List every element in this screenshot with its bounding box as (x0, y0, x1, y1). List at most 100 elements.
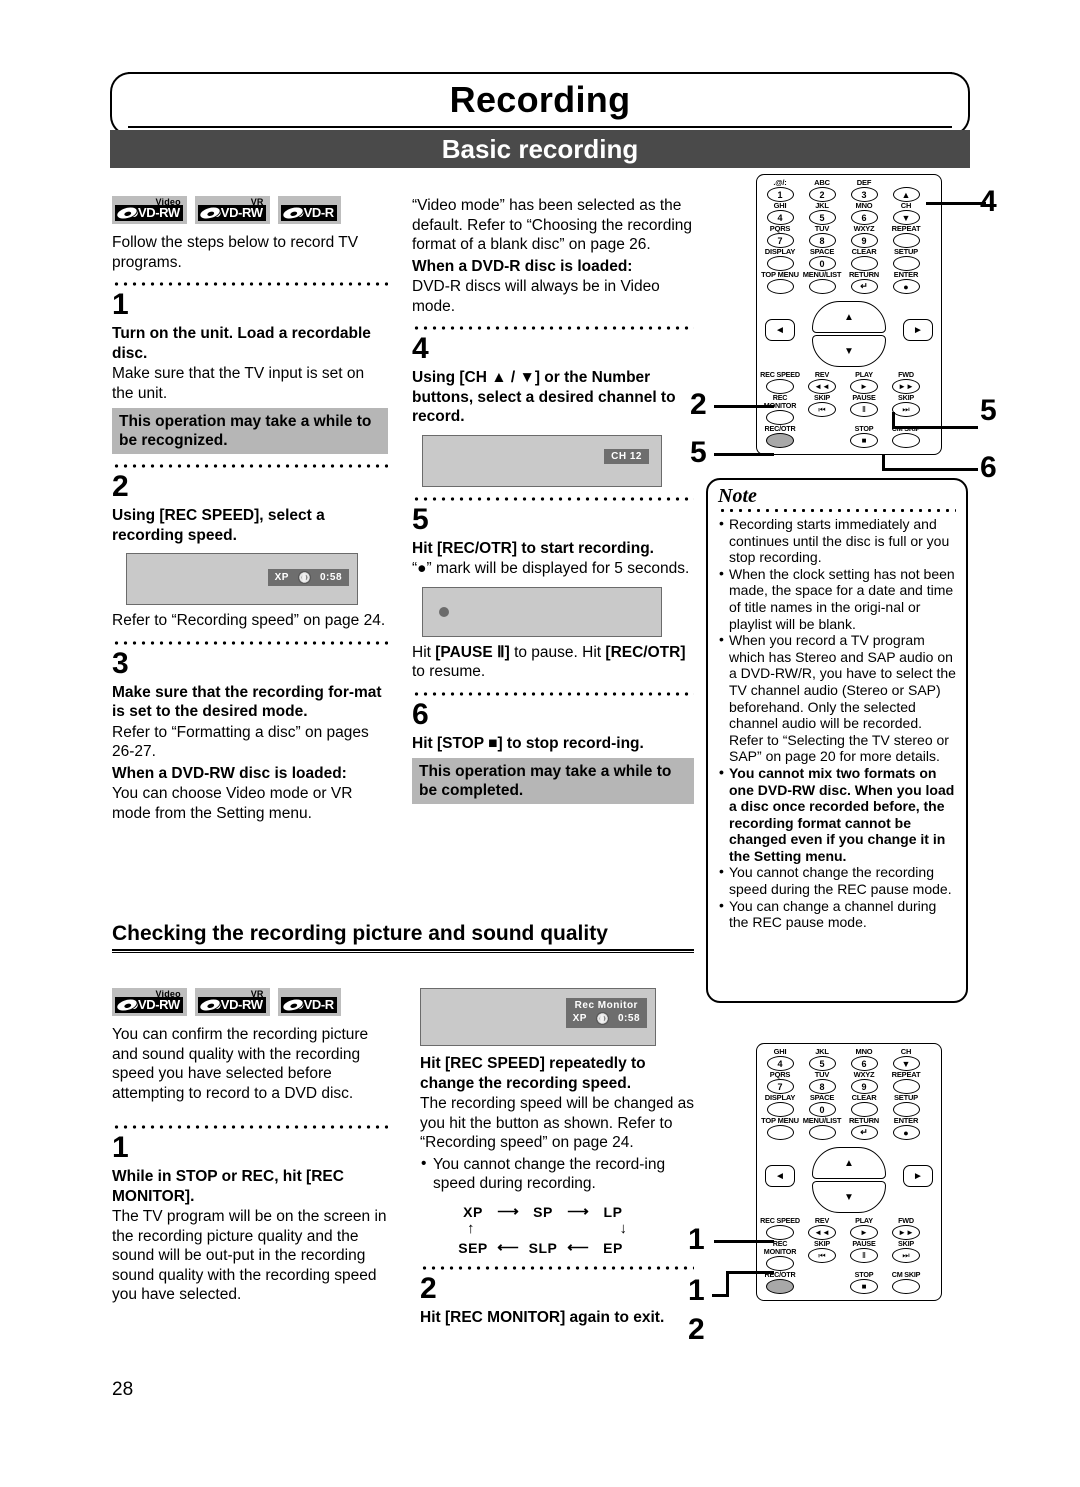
remote-button--[interactable]: 1 (766, 187, 794, 202)
remote-key-label: MENU/LIST (802, 1116, 842, 1125)
remote-key-cell: JKL 5 (801, 1048, 843, 1071)
dpad-down-button[interactable]: ▼ (812, 1181, 886, 1213)
dot-divider (112, 638, 388, 647)
remote-button-rev[interactable]: ◄◄ (808, 379, 836, 394)
remote-button-mno[interactable]: 6 (850, 210, 878, 225)
remote-button-def[interactable]: 3 (850, 187, 878, 202)
remote-key-cell: CH ▼ (885, 1048, 927, 1071)
remote-key-cell: ▲ (885, 179, 927, 202)
remote-key-label: MNO (855, 201, 873, 210)
remote-button-top-menu[interactable] (766, 279, 794, 294)
step5-body: “●” mark will be displayed for 5 seconds… (412, 560, 690, 577)
remote-button-skip[interactable]: ⏭ (892, 1248, 920, 1263)
remote-button-wxyz[interactable]: 9 (850, 233, 878, 248)
remote-button-stop[interactable]: ■ (850, 433, 878, 448)
remote-button-pqrs[interactable]: 7 (766, 233, 794, 248)
remote-transport-label: STOP (854, 424, 874, 433)
remote-button-pqrs[interactable]: 7 (766, 1079, 794, 1094)
remote-button-return[interactable]: ↵ (850, 1125, 878, 1140)
remote-button-space[interactable]: 0 (808, 256, 836, 271)
remote-transport-cell: REC MONITOR (759, 1240, 801, 1271)
osd-time-value: 0:58 (617, 1013, 640, 1024)
sub-right-bullet-item: • You cannot change the record-ing speed… (420, 1155, 694, 1194)
remote-button-rec-speed[interactable] (766, 1225, 794, 1240)
remote-key-label: GHI (773, 1047, 787, 1056)
remote-button-repeat[interactable] (892, 1079, 920, 1094)
remote-key-label: CH (900, 1047, 912, 1056)
chapter-title-box: Recording (110, 72, 970, 136)
remote-button-display[interactable] (766, 256, 794, 271)
remote-transport-cell: SKIP ⏭ (885, 1240, 927, 1271)
remote-transport-label: PAUSE (852, 393, 876, 402)
dpad-left-button[interactable]: ◄ (765, 319, 795, 341)
dpad-down-button[interactable]: ▼ (812, 335, 886, 367)
remote-button-setup[interactable] (892, 1102, 920, 1117)
dpad-right-button[interactable]: ► (903, 1165, 933, 1187)
remote-button-play[interactable]: ► (850, 1225, 878, 1240)
remote-transport-label: PLAY (855, 370, 873, 379)
remote-button-pause[interactable]: Ⅱ (850, 1248, 878, 1263)
remote-transport-cell: STOP ■ (843, 425, 885, 448)
remote-button-rev[interactable]: ◄◄ (808, 1225, 836, 1240)
remote-button-skip[interactable]: ⏮ (808, 1248, 836, 1263)
remote-button-clear[interactable] (850, 1102, 878, 1117)
remote-button-stop[interactable]: ■ (850, 1279, 878, 1294)
remote-button-tuv[interactable]: 8 (808, 1079, 836, 1094)
remote-button-rec-monitor[interactable] (766, 1256, 794, 1271)
remote-button-rec-speed[interactable] (766, 379, 794, 394)
remote-button-fwd[interactable]: ►► (892, 379, 920, 394)
dpad-right-button[interactable]: ► (903, 319, 933, 341)
remote-transport-row: REC SPEED REV ◄◄ PLAY ► FWD ►► (759, 1217, 939, 1240)
remote-button-ghi[interactable]: 4 (766, 210, 794, 225)
remote-button-clear[interactable] (850, 256, 878, 271)
remote-key-label: JKL (815, 1047, 829, 1056)
remote-button-rec-monitor[interactable] (766, 410, 794, 425)
remote-button-cm-skip[interactable] (892, 1279, 920, 1294)
remote-button-menu-list[interactable] (808, 1125, 836, 1140)
remote-key-cell: CLEAR (843, 248, 885, 271)
remote-button-cm-skip[interactable] (892, 433, 920, 448)
remote-button-ghi[interactable]: 4 (766, 1056, 794, 1071)
remote-button-enter[interactable]: ● (892, 1125, 920, 1140)
remote-button-wxyz[interactable]: 9 (850, 1079, 878, 1094)
dpad-up-button[interactable]: ▲ (812, 1147, 886, 1179)
remote-button-display[interactable] (766, 1102, 794, 1117)
step3-subtitle: When a DVD-RW disc is loaded: (112, 764, 347, 782)
remote-button-mno[interactable]: 6 (850, 1056, 878, 1071)
remote-button-play[interactable]: ► (850, 379, 878, 394)
remote-button-pause[interactable]: Ⅱ (850, 402, 878, 417)
callout-leader-1b-foot (712, 1294, 728, 1297)
remote-key-cell: GHI 4 (759, 1048, 801, 1071)
remote-button-top-menu[interactable] (766, 1125, 794, 1140)
remote-button-space[interactable]: 0 (808, 1102, 836, 1117)
mid-intro-text: “Video mode” has been selected as the de… (412, 197, 693, 253)
remote-button-tuv[interactable]: 8 (808, 233, 836, 248)
remote-key-label: RETURN (848, 1116, 880, 1125)
remote-button--[interactable]: ▲ (892, 187, 920, 202)
remote-button-menu-list[interactable] (808, 279, 836, 294)
remote-button-abc[interactable]: 2 (808, 187, 836, 202)
remote-button-jkl[interactable]: 5 (808, 1056, 836, 1071)
remote-key-cell: GHI 4 (759, 202, 801, 225)
note-item: When you record a TV program which has S… (718, 631, 956, 765)
remote-button-fwd[interactable]: ►► (892, 1225, 920, 1240)
remote-button-enter[interactable]: ● (892, 279, 920, 294)
remote-button-setup[interactable] (892, 256, 920, 271)
remote-button-rec-otr[interactable] (766, 433, 794, 448)
remote-button-repeat[interactable] (892, 233, 920, 248)
dpad-left-button[interactable]: ◄ (765, 1165, 795, 1187)
disc-logo-row-bottom: Video DVD-RW VR DVD-RW DVD-R (112, 988, 388, 1016)
remote-transport-cell: CM SKIP (885, 1271, 927, 1294)
remote-button-skip[interactable]: ⏭ (892, 402, 920, 417)
remote-button-jkl[interactable]: 5 (808, 210, 836, 225)
remote-button-rec-otr[interactable] (766, 1279, 794, 1294)
remote-button-ch[interactable]: ▼ (892, 210, 920, 225)
remote-transport-cell: REC MONITOR (759, 394, 801, 425)
remote-button-return[interactable]: ↵ (850, 279, 878, 294)
remote-button-skip[interactable]: ⏮ (808, 402, 836, 417)
sub-right-bullet-text: You cannot change the record-ing speed d… (433, 1155, 666, 1193)
remote-button-ch[interactable]: ▼ (892, 1056, 920, 1071)
disc-logo-sublabel: Video (155, 197, 181, 207)
remote-key-label: REPEAT (891, 224, 921, 233)
dpad-up-button[interactable]: ▲ (812, 301, 886, 333)
